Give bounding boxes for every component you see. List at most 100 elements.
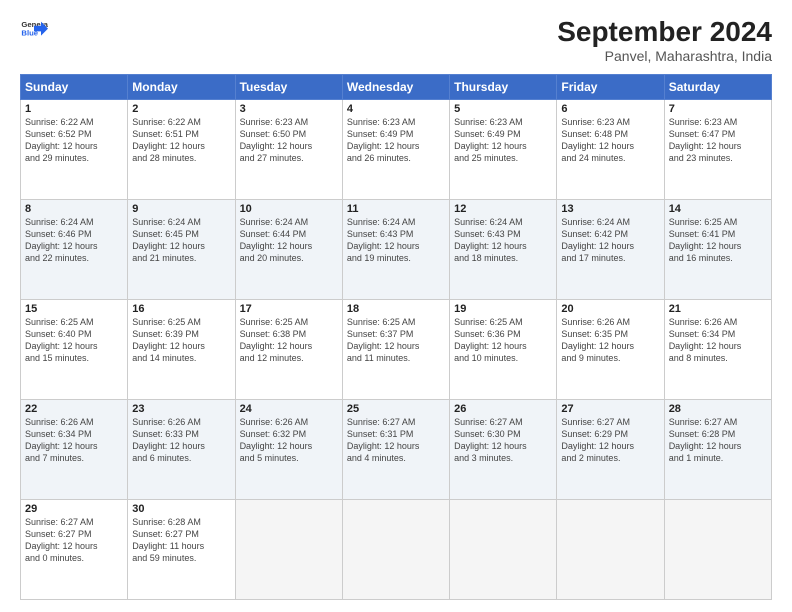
- day-info: Sunrise: 6:27 AM Sunset: 6:30 PM Dayligh…: [454, 416, 552, 465]
- calendar-row-5: 29Sunrise: 6:27 AM Sunset: 6:27 PM Dayli…: [21, 500, 772, 600]
- calendar-cell: 13Sunrise: 6:24 AM Sunset: 6:42 PM Dayli…: [557, 200, 664, 300]
- day-info: Sunrise: 6:24 AM Sunset: 6:42 PM Dayligh…: [561, 216, 659, 265]
- day-number: 26: [454, 403, 552, 415]
- day-number: 14: [669, 203, 767, 215]
- calendar-cell: 24Sunrise: 6:26 AM Sunset: 6:32 PM Dayli…: [235, 400, 342, 500]
- calendar-row-3: 15Sunrise: 6:25 AM Sunset: 6:40 PM Dayli…: [21, 300, 772, 400]
- calendar-header-row: Sunday Monday Tuesday Wednesday Thursday…: [21, 75, 772, 100]
- calendar-cell: 22Sunrise: 6:26 AM Sunset: 6:34 PM Dayli…: [21, 400, 128, 500]
- day-number: 8: [25, 203, 123, 215]
- day-info: Sunrise: 6:23 AM Sunset: 6:49 PM Dayligh…: [454, 116, 552, 165]
- day-number: 1: [25, 103, 123, 115]
- calendar-cell: 28Sunrise: 6:27 AM Sunset: 6:28 PM Dayli…: [664, 400, 771, 500]
- col-saturday: Saturday: [664, 75, 771, 100]
- day-number: 13: [561, 203, 659, 215]
- day-info: Sunrise: 6:27 AM Sunset: 6:27 PM Dayligh…: [25, 516, 123, 565]
- day-info: Sunrise: 6:28 AM Sunset: 6:27 PM Dayligh…: [132, 516, 230, 565]
- day-number: 2: [132, 103, 230, 115]
- day-number: 7: [669, 103, 767, 115]
- col-friday: Friday: [557, 75, 664, 100]
- day-info: Sunrise: 6:23 AM Sunset: 6:50 PM Dayligh…: [240, 116, 338, 165]
- col-sunday: Sunday: [21, 75, 128, 100]
- day-number: 11: [347, 203, 445, 215]
- day-info: Sunrise: 6:24 AM Sunset: 6:46 PM Dayligh…: [25, 216, 123, 265]
- day-info: Sunrise: 6:23 AM Sunset: 6:48 PM Dayligh…: [561, 116, 659, 165]
- calendar-cell: 5Sunrise: 6:23 AM Sunset: 6:49 PM Daylig…: [450, 100, 557, 200]
- calendar-cell: 3Sunrise: 6:23 AM Sunset: 6:50 PM Daylig…: [235, 100, 342, 200]
- calendar-row-4: 22Sunrise: 6:26 AM Sunset: 6:34 PM Dayli…: [21, 400, 772, 500]
- day-info: Sunrise: 6:26 AM Sunset: 6:34 PM Dayligh…: [669, 316, 767, 365]
- day-info: Sunrise: 6:24 AM Sunset: 6:43 PM Dayligh…: [454, 216, 552, 265]
- day-number: 12: [454, 203, 552, 215]
- day-info: Sunrise: 6:24 AM Sunset: 6:45 PM Dayligh…: [132, 216, 230, 265]
- calendar-cell: 27Sunrise: 6:27 AM Sunset: 6:29 PM Dayli…: [557, 400, 664, 500]
- calendar-cell: 11Sunrise: 6:24 AM Sunset: 6:43 PM Dayli…: [342, 200, 449, 300]
- day-info: Sunrise: 6:25 AM Sunset: 6:37 PM Dayligh…: [347, 316, 445, 365]
- col-thursday: Thursday: [450, 75, 557, 100]
- calendar-cell: 21Sunrise: 6:26 AM Sunset: 6:34 PM Dayli…: [664, 300, 771, 400]
- day-info: Sunrise: 6:27 AM Sunset: 6:31 PM Dayligh…: [347, 416, 445, 465]
- calendar-cell: 23Sunrise: 6:26 AM Sunset: 6:33 PM Dayli…: [128, 400, 235, 500]
- calendar-cell: 20Sunrise: 6:26 AM Sunset: 6:35 PM Dayli…: [557, 300, 664, 400]
- day-info: Sunrise: 6:26 AM Sunset: 6:32 PM Dayligh…: [240, 416, 338, 465]
- day-info: Sunrise: 6:25 AM Sunset: 6:38 PM Dayligh…: [240, 316, 338, 365]
- day-number: 17: [240, 303, 338, 315]
- calendar-cell: 7Sunrise: 6:23 AM Sunset: 6:47 PM Daylig…: [664, 100, 771, 200]
- month-title: September 2024: [557, 16, 772, 48]
- calendar-cell: 14Sunrise: 6:25 AM Sunset: 6:41 PM Dayli…: [664, 200, 771, 300]
- header: General Blue September 2024 Panvel, Maha…: [20, 16, 772, 64]
- calendar-cell: 18Sunrise: 6:25 AM Sunset: 6:37 PM Dayli…: [342, 300, 449, 400]
- day-number: 9: [132, 203, 230, 215]
- day-info: Sunrise: 6:22 AM Sunset: 6:52 PM Dayligh…: [25, 116, 123, 165]
- day-number: 22: [25, 403, 123, 415]
- calendar-cell: 8Sunrise: 6:24 AM Sunset: 6:46 PM Daylig…: [21, 200, 128, 300]
- col-wednesday: Wednesday: [342, 75, 449, 100]
- day-number: 3: [240, 103, 338, 115]
- day-number: 16: [132, 303, 230, 315]
- day-number: 4: [347, 103, 445, 115]
- day-info: Sunrise: 6:26 AM Sunset: 6:33 PM Dayligh…: [132, 416, 230, 465]
- day-number: 28: [669, 403, 767, 415]
- logo-icon: General Blue: [20, 16, 48, 44]
- calendar-cell: [557, 500, 664, 600]
- col-tuesday: Tuesday: [235, 75, 342, 100]
- calendar-cell: [664, 500, 771, 600]
- calendar-cell: 25Sunrise: 6:27 AM Sunset: 6:31 PM Dayli…: [342, 400, 449, 500]
- day-info: Sunrise: 6:27 AM Sunset: 6:29 PM Dayligh…: [561, 416, 659, 465]
- day-info: Sunrise: 6:24 AM Sunset: 6:43 PM Dayligh…: [347, 216, 445, 265]
- day-info: Sunrise: 6:26 AM Sunset: 6:34 PM Dayligh…: [25, 416, 123, 465]
- calendar-cell: 9Sunrise: 6:24 AM Sunset: 6:45 PM Daylig…: [128, 200, 235, 300]
- calendar-cell: 10Sunrise: 6:24 AM Sunset: 6:44 PM Dayli…: [235, 200, 342, 300]
- calendar-cell: 12Sunrise: 6:24 AM Sunset: 6:43 PM Dayli…: [450, 200, 557, 300]
- calendar-cell: 2Sunrise: 6:22 AM Sunset: 6:51 PM Daylig…: [128, 100, 235, 200]
- calendar-cell: 4Sunrise: 6:23 AM Sunset: 6:49 PM Daylig…: [342, 100, 449, 200]
- day-number: 29: [25, 503, 123, 515]
- day-info: Sunrise: 6:25 AM Sunset: 6:40 PM Dayligh…: [25, 316, 123, 365]
- day-number: 19: [454, 303, 552, 315]
- calendar-cell: [450, 500, 557, 600]
- day-info: Sunrise: 6:25 AM Sunset: 6:36 PM Dayligh…: [454, 316, 552, 365]
- day-info: Sunrise: 6:27 AM Sunset: 6:28 PM Dayligh…: [669, 416, 767, 465]
- day-info: Sunrise: 6:23 AM Sunset: 6:49 PM Dayligh…: [347, 116, 445, 165]
- day-info: Sunrise: 6:24 AM Sunset: 6:44 PM Dayligh…: [240, 216, 338, 265]
- title-block: September 2024 Panvel, Maharashtra, Indi…: [557, 16, 772, 64]
- day-info: Sunrise: 6:25 AM Sunset: 6:41 PM Dayligh…: [669, 216, 767, 265]
- calendar-table: Sunday Monday Tuesday Wednesday Thursday…: [20, 74, 772, 600]
- day-number: 5: [454, 103, 552, 115]
- logo: General Blue: [20, 16, 48, 44]
- calendar-cell: 29Sunrise: 6:27 AM Sunset: 6:27 PM Dayli…: [21, 500, 128, 600]
- page: General Blue September 2024 Panvel, Maha…: [0, 0, 792, 612]
- day-number: 24: [240, 403, 338, 415]
- day-number: 21: [669, 303, 767, 315]
- day-number: 30: [132, 503, 230, 515]
- calendar-cell: 16Sunrise: 6:25 AM Sunset: 6:39 PM Dayli…: [128, 300, 235, 400]
- day-number: 6: [561, 103, 659, 115]
- calendar-cell: [235, 500, 342, 600]
- day-number: 25: [347, 403, 445, 415]
- day-number: 23: [132, 403, 230, 415]
- calendar-cell: 6Sunrise: 6:23 AM Sunset: 6:48 PM Daylig…: [557, 100, 664, 200]
- calendar-row-1: 1Sunrise: 6:22 AM Sunset: 6:52 PM Daylig…: [21, 100, 772, 200]
- day-info: Sunrise: 6:25 AM Sunset: 6:39 PM Dayligh…: [132, 316, 230, 365]
- location-subtitle: Panvel, Maharashtra, India: [557, 48, 772, 64]
- day-info: Sunrise: 6:22 AM Sunset: 6:51 PM Dayligh…: [132, 116, 230, 165]
